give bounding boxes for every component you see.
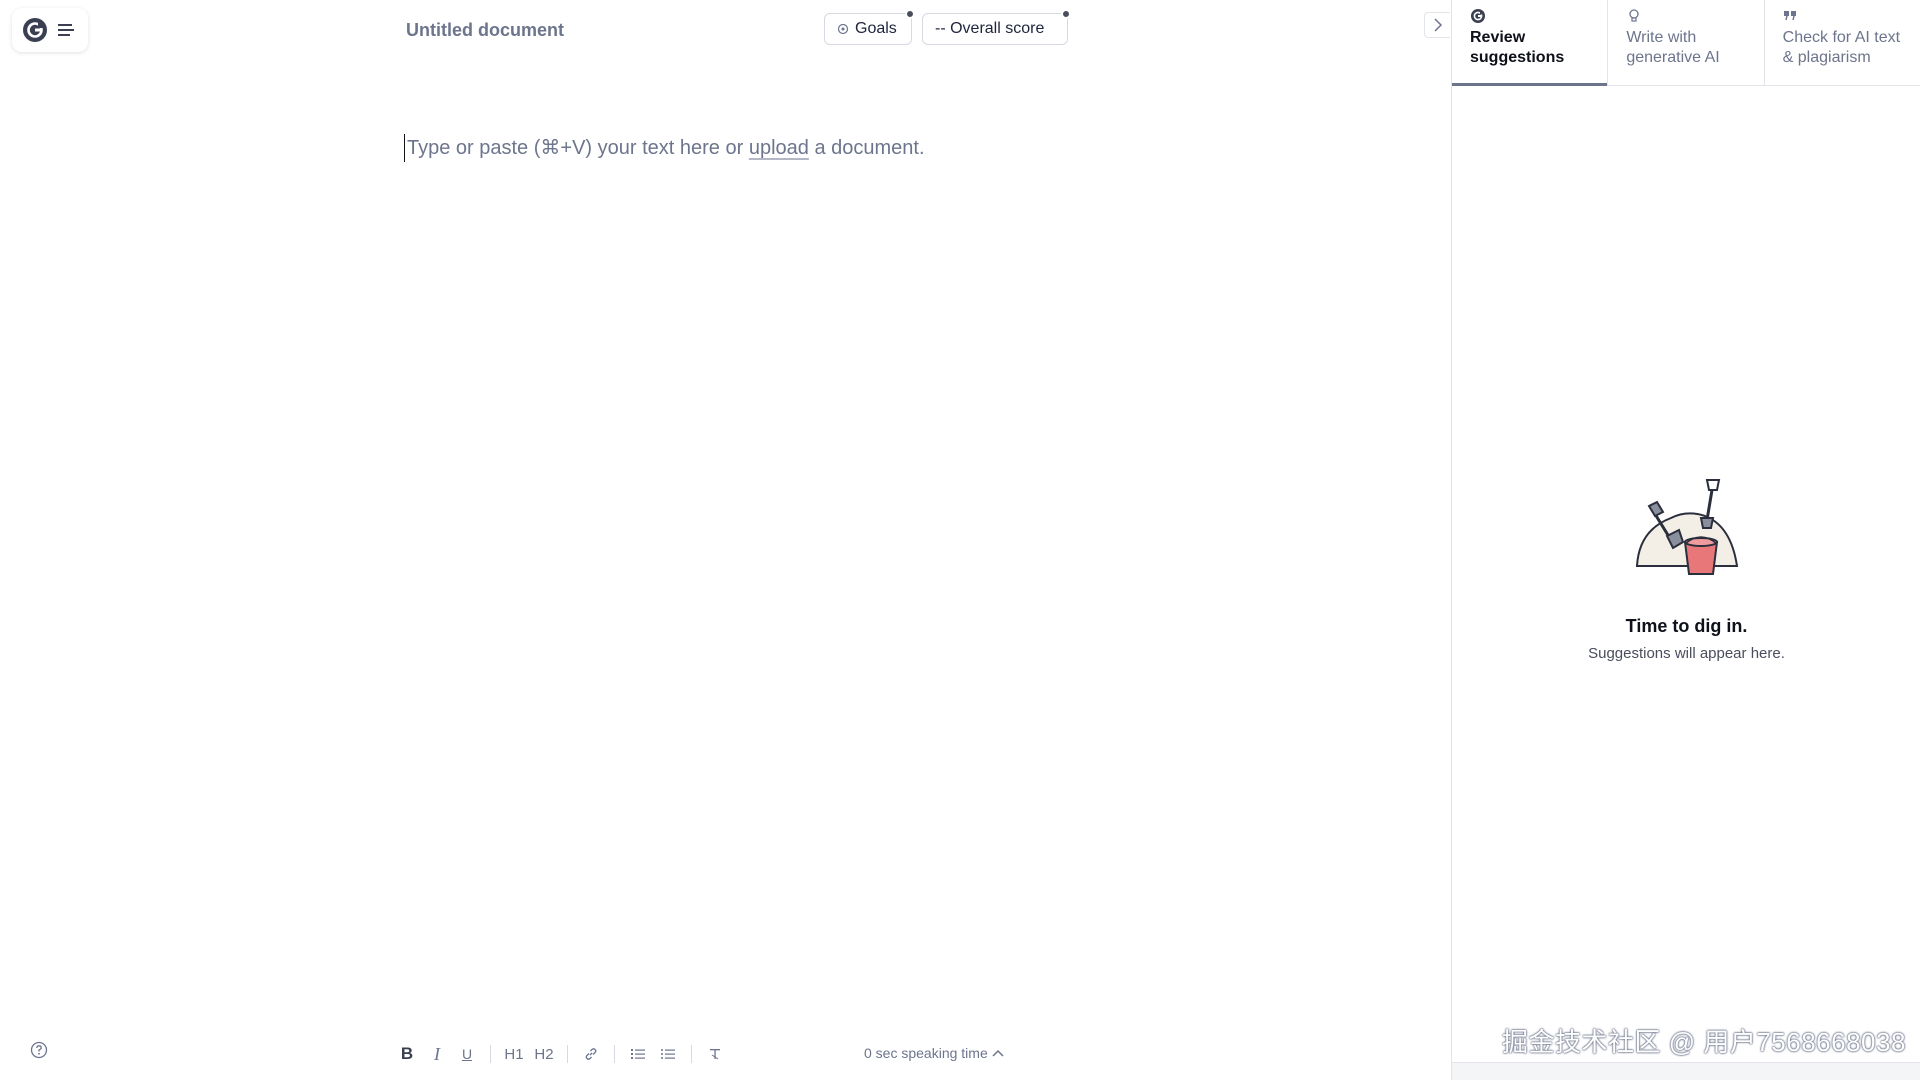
grammarly-logo-icon	[1471, 9, 1485, 23]
empty-state: Time to dig in. Suggestions will appear …	[1452, 470, 1920, 662]
chevron-right-icon	[1433, 18, 1442, 32]
numbered-list-icon	[631, 1049, 645, 1059]
placeholder-text-after: a document.	[808, 137, 925, 159]
goals-label: Goals	[855, 20, 897, 37]
goals-status-dot	[905, 9, 915, 19]
tab-write-with-ai[interactable]: Write with generative AI	[1608, 0, 1765, 85]
speaking-time[interactable]: 0 sec speaking time	[864, 1045, 1004, 1061]
underline-button[interactable]: U	[452, 1042, 482, 1066]
numbered-list-button[interactable]	[623, 1042, 653, 1066]
help-icon[interactable]	[30, 1041, 50, 1061]
lightbulb-icon	[1629, 9, 1639, 22]
tab-label: Check for AI text & plagiarism	[1782, 29, 1901, 66]
toolbar-divider	[490, 1045, 491, 1063]
bold-button[interactable]: B	[392, 1042, 422, 1066]
score-status-dot	[1061, 9, 1071, 19]
speaking-time-label: 0 sec speaking time	[864, 1045, 988, 1061]
link-button[interactable]	[576, 1042, 606, 1066]
text-editor[interactable]: Type or paste (⌘+V) your text here or up…	[404, 134, 1404, 1034]
italic-button[interactable]: I	[422, 1042, 452, 1066]
sand-pile-shovel-illustration	[1635, 479, 1738, 575]
suggestions-panel: Review suggestions Write with generative…	[1451, 0, 1920, 1080]
bullet-list-button[interactable]	[653, 1042, 683, 1066]
grammarly-logo-icon[interactable]	[22, 17, 48, 43]
toolbar-divider	[614, 1045, 615, 1063]
overall-score-label: -- Overall score	[935, 20, 1045, 37]
link-icon	[585, 1048, 597, 1060]
toolbar-divider	[691, 1045, 692, 1063]
overall-score-button[interactable]: -- Overall score	[922, 9, 1071, 45]
quote-icon	[1783, 11, 1796, 21]
heading2-button[interactable]: H2	[529, 1042, 559, 1066]
panel-tabs: Review suggestions Write with generative…	[1452, 0, 1920, 86]
bullet-list-icon	[661, 1049, 675, 1059]
heading1-button[interactable]: H1	[499, 1042, 529, 1066]
clear-format-icon	[710, 1049, 720, 1060]
empty-state-title: Time to dig in.	[1625, 616, 1748, 636]
document-title[interactable]: Untitled document	[406, 20, 564, 41]
collapse-panel-button[interactable]	[1424, 12, 1450, 38]
chevron-up-icon	[992, 1049, 1004, 1057]
panel-footer	[1452, 1062, 1920, 1080]
tab-label: Review suggestions	[1470, 29, 1565, 66]
watermark: 掘金技术社区 @ 用户7568668038	[1502, 1027, 1906, 1057]
empty-state-subtitle: Suggestions will appear here.	[1588, 645, 1785, 662]
toolbar-divider	[567, 1045, 568, 1063]
tab-check-ai-plagiarism[interactable]: Check for AI text & plagiarism	[1765, 0, 1920, 85]
editor-placeholder: Type or paste (⌘+V) your text here or up…	[404, 134, 1404, 162]
format-toolbar: B I U H1 H2	[392, 1042, 730, 1066]
clear-format-button[interactable]	[700, 1042, 730, 1066]
goals-button[interactable]: Goals	[824, 9, 915, 45]
tab-review-suggestions[interactable]: Review suggestions	[1452, 0, 1609, 86]
goals-icon	[837, 23, 849, 35]
upload-link[interactable]: upload	[749, 137, 809, 159]
tab-label: Write with generative AI	[1626, 29, 1720, 66]
placeholder-text-before: Type or paste (⌘+V) your text here or	[407, 137, 749, 159]
app-logo-cluster	[12, 8, 88, 52]
menu-icon[interactable]	[56, 19, 78, 41]
